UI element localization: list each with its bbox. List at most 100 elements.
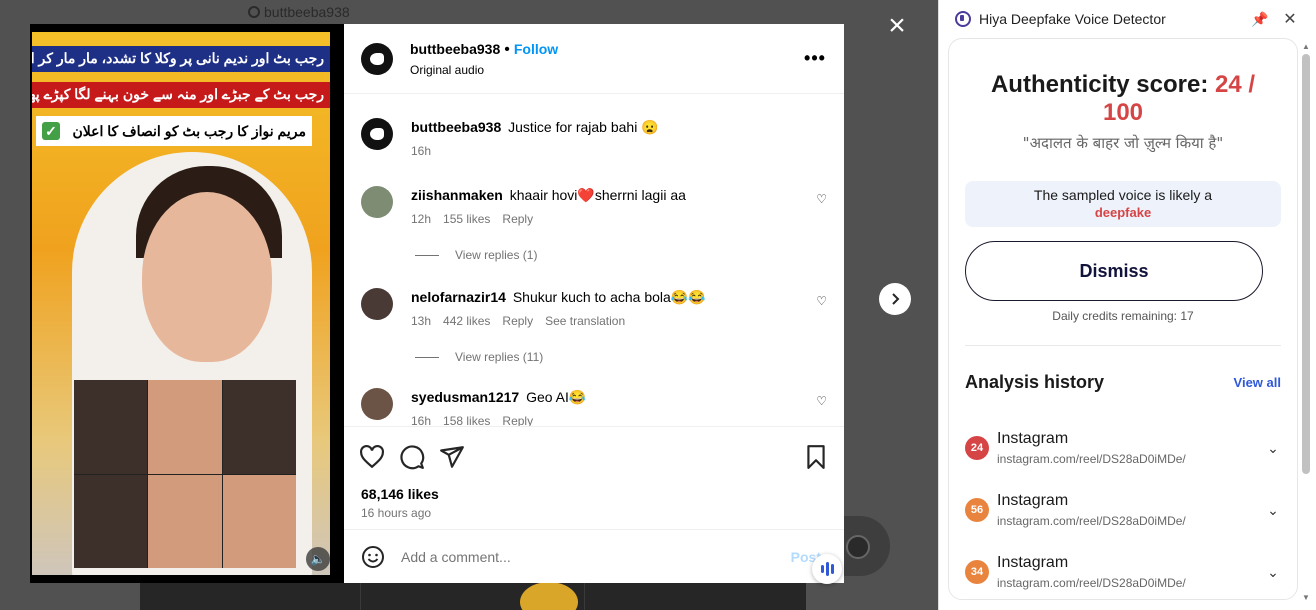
view-replies-label: View replies (1) bbox=[455, 248, 538, 262]
see-translation-link[interactable]: See translation bbox=[545, 314, 625, 328]
video-inset-collage bbox=[74, 380, 296, 568]
view-all-link[interactable]: View all bbox=[1234, 375, 1281, 390]
extension-header: Hiya Deepfake Voice Detector 📌 ✕ bbox=[939, 0, 1316, 38]
likes-count[interactable]: 68,146 likes bbox=[344, 486, 844, 502]
history-item[interactable]: 56 Instagram instagram.com/reel/DS28aD0i… bbox=[949, 479, 1297, 541]
more-options-icon[interactable]: ••• bbox=[803, 48, 827, 69]
comment-like-icon[interactable]: ♡ bbox=[816, 394, 827, 408]
bookmark-icon[interactable] bbox=[803, 444, 829, 470]
threads-icon bbox=[248, 6, 260, 18]
history-score-badge: 34 bbox=[965, 560, 989, 584]
history-list: 24 Instagram instagram.com/reel/DS28aD0i… bbox=[949, 417, 1297, 599]
scrollbar-thumb[interactable] bbox=[1302, 54, 1310, 474]
strip-divider bbox=[584, 583, 585, 610]
hiya-extension-panel: Hiya Deepfake Voice Detector 📌 ✕ Authent… bbox=[938, 0, 1316, 610]
caption-username[interactable]: buttbeeba938 bbox=[411, 119, 501, 135]
comments-list: buttbeeba938 Justice for rajab bahi 😦 16… bbox=[344, 94, 844, 426]
strip-divider bbox=[360, 583, 361, 610]
video-banner-top: رجب بٹ اور ندیم نانی پر وکلا کا تشدد، ما… bbox=[32, 46, 330, 72]
history-site-name: Instagram bbox=[997, 430, 1069, 447]
commenter-username[interactable]: syedusman1217 bbox=[411, 389, 519, 405]
video-frame: رجب بٹ اور ندیم نانی پر وکلا کا تشدد، ما… bbox=[32, 32, 330, 575]
background-username: buttbeeba938 bbox=[248, 4, 350, 20]
history-url: instagram.com/reel/DS28aD0iMDe/ bbox=[997, 452, 1186, 466]
comment-likes[interactable]: 158 likes bbox=[443, 414, 490, 426]
extension-title: Hiya Deepfake Voice Detector bbox=[979, 11, 1166, 27]
comment-text: Shukur kuch to acha bola😂😂 bbox=[512, 289, 706, 305]
view-replies-label: View replies (11) bbox=[455, 350, 544, 364]
comment-time: 16h bbox=[411, 414, 432, 426]
comment-likes[interactable]: 155 likes bbox=[443, 212, 490, 226]
verdict-text: The sampled voice is likely a bbox=[1033, 187, 1213, 203]
view-replies-button[interactable]: View replies (1) bbox=[415, 248, 827, 262]
commenter-avatar[interactable] bbox=[361, 186, 393, 218]
post-actions-bar bbox=[344, 426, 844, 486]
chevron-down-icon[interactable]: ⌄ bbox=[1265, 502, 1281, 519]
extension-scrollbar[interactable]: ▲ ▼ bbox=[1300, 42, 1312, 602]
author-username[interactable]: buttbeeba938 bbox=[410, 41, 500, 57]
comment-reply-button[interactable]: Reply bbox=[502, 212, 533, 226]
verdict-value: deepfake bbox=[1094, 205, 1152, 220]
next-post-button[interactable] bbox=[879, 283, 911, 315]
extension-content: Authenticity score: 24 / 100 "अदालत के ब… bbox=[948, 38, 1298, 600]
waveform-bar bbox=[825, 562, 829, 576]
post-modal: رجب بٹ اور ندیم نانی پر وکلا کا تشدد، ما… bbox=[30, 24, 844, 583]
comment-reply-button[interactable]: Reply bbox=[502, 414, 533, 426]
history-site-name: Instagram bbox=[997, 492, 1069, 509]
daily-credits: Daily credits remaining: 17 bbox=[1052, 309, 1194, 323]
post-side-panel: buttbeeba938 • Follow Original audio ••• b… bbox=[344, 24, 844, 583]
history-url: instagram.com/reel/DS28aD0iMDe/ bbox=[997, 576, 1186, 590]
pin-icon[interactable]: 📌 bbox=[1250, 11, 1270, 28]
chevron-down-icon[interactable]: ⌄ bbox=[1265, 564, 1281, 581]
comment-icon[interactable] bbox=[399, 444, 425, 470]
emoji-icon[interactable] bbox=[361, 545, 385, 569]
chevron-down-icon[interactable]: ⌄ bbox=[1265, 440, 1281, 457]
comment-likes[interactable]: 442 likes bbox=[443, 314, 490, 328]
comment-time: 13h bbox=[411, 314, 432, 328]
commenter-username[interactable]: nelofarnazir14 bbox=[411, 289, 506, 305]
extension-close-icon[interactable]: ✕ bbox=[1280, 9, 1300, 29]
history-item[interactable]: 24 Instagram instagram.com/reel/DS28aD0i… bbox=[949, 417, 1297, 479]
comment-like-icon[interactable]: ♡ bbox=[816, 294, 827, 308]
history-header: Analysis history View all bbox=[965, 372, 1281, 393]
hiya-floating-button[interactable] bbox=[812, 554, 842, 584]
waveform-bar bbox=[830, 564, 834, 574]
inset-photo bbox=[74, 380, 148, 474]
volume-icon[interactable]: 🔈 bbox=[306, 547, 330, 571]
commenter-avatar[interactable] bbox=[361, 388, 393, 420]
history-site-name: Instagram bbox=[997, 554, 1069, 571]
comment-input[interactable] bbox=[401, 548, 791, 565]
history-score-badge: 56 bbox=[965, 498, 989, 522]
replies-line bbox=[415, 356, 439, 358]
caption-avatar[interactable] bbox=[361, 118, 393, 150]
comment-text: khaair hovi❤️sherrni lagii aa bbox=[509, 187, 686, 203]
commenter-username[interactable]: ziishanmaken bbox=[411, 187, 503, 203]
check-icon: ✓ bbox=[42, 122, 60, 140]
caption-time: 16h bbox=[411, 144, 432, 158]
author-avatar[interactable] bbox=[361, 42, 393, 75]
comment-time: 12h bbox=[411, 212, 432, 226]
commenter-avatar[interactable] bbox=[361, 288, 393, 320]
view-replies-button[interactable]: View replies (11) bbox=[415, 350, 827, 364]
video-banner-white: مریم نواز کا رجب بٹ کو انصاف کا اعلان ✓ bbox=[36, 116, 312, 146]
background-username-label: buttbeeba938 bbox=[264, 4, 350, 20]
like-heart-icon[interactable] bbox=[359, 444, 385, 470]
transcript-quote: "अदालत के बाहर जो ज़ुल्म किया है" bbox=[1022, 134, 1224, 152]
comment-reply-button[interactable]: Reply bbox=[502, 314, 533, 328]
dismiss-button[interactable]: Dismiss bbox=[965, 241, 1263, 301]
section-divider bbox=[965, 345, 1281, 346]
follow-button[interactable]: Follow bbox=[514, 41, 558, 57]
scroll-down-icon[interactable]: ▼ bbox=[1300, 593, 1312, 602]
separator-dot: • bbox=[504, 40, 510, 58]
comment-item: syedusman1217 Geo AI😂 16h 158 likes Repl… bbox=[361, 388, 827, 426]
share-icon[interactable] bbox=[439, 444, 465, 470]
post-header: buttbeeba938 • Follow Original audio ••• bbox=[344, 24, 844, 94]
history-item[interactable]: 34 Instagram instagram.com/reel/DS28aD0i… bbox=[949, 541, 1297, 599]
background-thumbnail-strip bbox=[140, 583, 806, 610]
video-player[interactable]: رجب بٹ اور ندیم نانی پر وکلا کا تشدد، ما… bbox=[30, 24, 344, 583]
original-audio-link[interactable]: Original audio bbox=[410, 63, 803, 77]
score-label: Authenticity score: bbox=[990, 71, 1215, 98]
close-icon[interactable]: × bbox=[884, 11, 910, 41]
comment-like-icon[interactable]: ♡ bbox=[816, 192, 827, 206]
scroll-up-icon[interactable]: ▲ bbox=[1300, 42, 1312, 51]
